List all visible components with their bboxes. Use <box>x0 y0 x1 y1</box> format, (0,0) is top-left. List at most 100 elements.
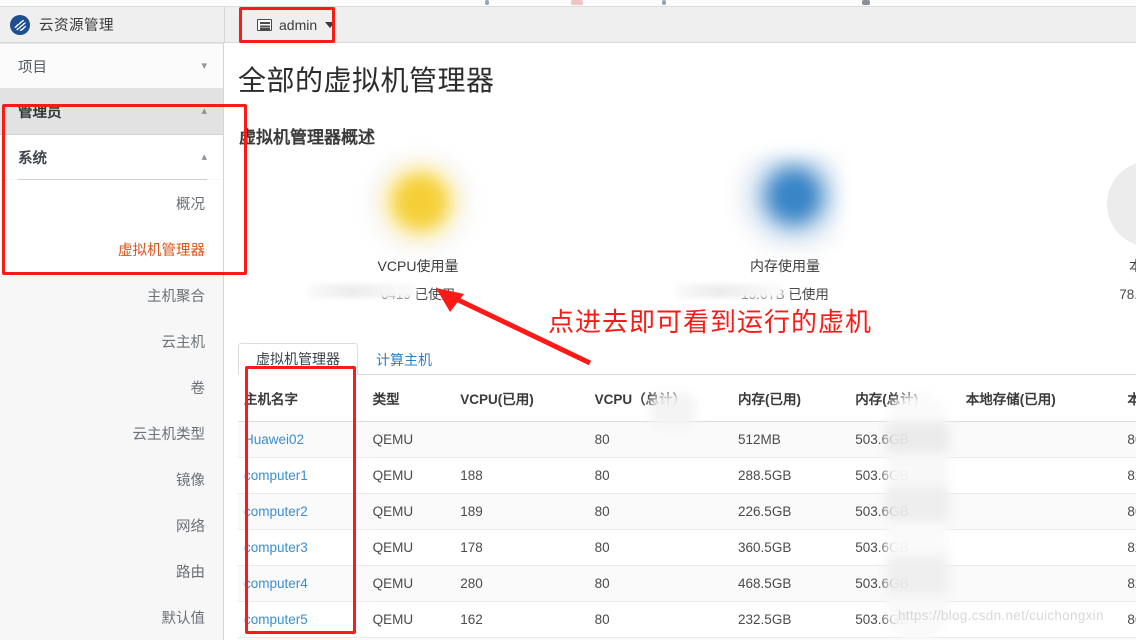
sidebar-item-overview[interactable]: 概况 <box>0 180 223 226</box>
stat-value-text: 78.3PB 中 <box>1119 287 1136 302</box>
cell-local-used <box>959 421 1122 458</box>
cell-mem-used: 232.5GB <box>732 601 850 638</box>
cell-vcpu-used: 280 <box>454 565 589 602</box>
table-row[interactable]: computer4 QEMU 280 80 468.5GB 503.6GB 82… <box>238 565 1136 602</box>
cell-vcpu-total: 80 <box>588 493 733 530</box>
host-link[interactable]: computer1 <box>244 468 308 483</box>
main-content: 全部的虚拟机管理器 虚拟机管理器概述 VCPU使用量 6419 已使用 内存使用… <box>225 43 1136 640</box>
cell-type: QEMU <box>366 421 455 458</box>
sidebar-item-images[interactable]: 镜像 <box>0 456 223 502</box>
sidebar-item-label: 路由 <box>176 564 205 581</box>
cell-local-total: 829.3TB <box>1121 457 1136 494</box>
table-row[interactable]: computer3 QEMU 178 80 360.5GB 503.6GB 82… <box>238 529 1136 566</box>
host-link[interactable]: computer2 <box>244 504 308 519</box>
sliver-artifact <box>571 0 583 5</box>
sidebar-item-label: 默认值 <box>161 610 206 627</box>
header-divider <box>224 7 225 43</box>
brand[interactable]: 云资源管理 <box>0 14 114 35</box>
hypervisor-summary-stats: VCPU使用量 6419 已使用 内存使用量 15.6TB 已使用 78 <box>225 150 1136 303</box>
host-link[interactable]: computer5 <box>244 612 308 627</box>
cell-host[interactable]: computer4 <box>238 565 367 602</box>
sidebar-item-label: 概况 <box>176 196 205 213</box>
sliver-artifact <box>662 0 666 5</box>
sidebar-item-routers[interactable]: 路由 <box>0 548 223 594</box>
sidebar-item-label: 虚拟机管理器 <box>118 242 205 259</box>
caret-down-icon <box>325 22 336 28</box>
tab-label: 虚拟机管理器 <box>256 351 340 367</box>
cell-host[interactable]: computer3 <box>238 529 367 566</box>
hypervisor-table-wrap: 主机名字 类型 VCPU(已用) VCPU（总计） 内存(已用) 内存(总计) … <box>238 375 1136 640</box>
sidebar-item-flavors[interactable]: 云主机类型 <box>0 410 223 456</box>
sidebar-item-networks[interactable]: 网络 <box>0 502 223 548</box>
stat-vcpu-usage: VCPU使用量 6419 已使用 <box>308 154 528 303</box>
sidebar-group-label: 管理员 <box>18 105 62 121</box>
cell-type: QEMU <box>366 601 455 638</box>
sidebar-item-host-aggregate[interactable]: 主机聚合 <box>0 272 223 318</box>
hypervisor-table: 主机名字 类型 VCPU(已用) VCPU（总计） 内存(已用) 内存(总计) … <box>238 375 1136 640</box>
sidebar-subgroup-system[interactable]: 系统 ▴ <box>0 135 223 179</box>
sliver-artifact <box>862 0 870 5</box>
table-row[interactable]: computer1 QEMU 188 80 288.5GB 503.6GB 82… <box>238 457 1136 494</box>
column-header-local-total[interactable]: 本地存储 <box>1121 375 1136 422</box>
cell-local-total: 862TB <box>1121 421 1136 458</box>
host-link[interactable]: computer3 <box>244 540 308 555</box>
host-link[interactable]: computer4 <box>244 576 308 591</box>
sidebar-item-instances[interactable]: 云主机 <box>0 318 223 364</box>
host-link[interactable]: Huawei02 <box>244 432 304 447</box>
sidebar-item-label: 网络 <box>176 518 205 535</box>
cell-local-used <box>959 565 1122 602</box>
cell-host[interactable]: computer2 <box>238 493 367 530</box>
sidebar-item-label: 镜像 <box>176 472 205 489</box>
sidebar-item-hypervisor[interactable]: 虚拟机管理器 <box>0 226 223 272</box>
sliver-artifact <box>485 0 489 5</box>
cell-vcpu-total: 80 <box>588 529 733 566</box>
column-header-vcpu-used[interactable]: VCPU(已用) <box>454 375 589 422</box>
cell-local-total: 862TB <box>1121 493 1136 530</box>
column-header-local-used[interactable]: 本地存储(已用) <box>959 375 1122 422</box>
cell-vcpu-total: 80 <box>588 601 733 638</box>
sidebar-group-admin[interactable]: 管理员 ▴ <box>0 89 223 135</box>
cell-type: QEMU <box>366 529 455 566</box>
column-header-mem-total[interactable]: 内存(总计) <box>849 375 960 422</box>
cell-local-used <box>959 457 1122 494</box>
tab-compute-host[interactable]: 计算主机 <box>358 344 450 375</box>
user-menu-button[interactable]: admin <box>253 14 339 36</box>
cloud-logo-icon <box>10 14 30 35</box>
memory-donut-chart <box>730 154 840 254</box>
page-title: 全部的虚拟机管理器 <box>238 65 495 96</box>
column-header-mem-used[interactable]: 内存(已用) <box>732 375 850 422</box>
stat-value: 15.6TB 已使用 <box>675 283 895 303</box>
stat-local-storage-usage: 本地硬 78.3PB 中 <box>1040 158 1136 303</box>
sidebar-group-project[interactable]: 项目 ▾ <box>0 43 223 89</box>
tab-label: 计算主机 <box>376 352 432 368</box>
chevron-down-icon: ▾ <box>201 59 207 72</box>
column-header-type[interactable]: 类型 <box>366 375 455 422</box>
column-header-vcpu-total[interactable]: VCPU（总计） <box>588 375 733 422</box>
storage-donut-chart <box>1107 161 1136 247</box>
vcpu-donut-chart <box>363 154 473 254</box>
table-row[interactable]: computer5 QEMU 162 80 232.5GB 503.6GB 86… <box>238 601 1136 638</box>
user-menu-label: admin <box>279 17 318 33</box>
tab-hypervisor[interactable]: 虚拟机管理器 <box>238 343 358 375</box>
cell-mem-total: 503.6GB <box>849 493 960 530</box>
stat-label: 本地硬 <box>1040 256 1136 276</box>
cell-mem-total: 503.6GB <box>849 601 960 638</box>
cell-host[interactable]: computer1 <box>238 457 367 494</box>
sidebar-item-label: 云主机 <box>161 334 206 351</box>
cell-local-total: 829.3TB <box>1121 529 1136 566</box>
table-row[interactable]: Huawei02 QEMU 80 512MB 503.6GB 862TB <box>238 421 1136 458</box>
censor-blur <box>308 284 416 298</box>
chevron-up-icon: ▴ <box>201 150 207 163</box>
cell-host[interactable]: Huawei02 <box>238 421 367 458</box>
cell-vcpu-used: 189 <box>454 493 589 530</box>
section-title: 虚拟机管理器概述 <box>239 128 375 147</box>
id-card-icon <box>257 19 272 31</box>
sidebar-item-defaults[interactable]: 默认值 <box>0 594 223 640</box>
table-row[interactable]: computer2 QEMU 189 80 226.5GB 503.6GB 86… <box>238 493 1136 530</box>
cell-mem-used: 468.5GB <box>732 565 850 602</box>
cell-mem-total: 503.6GB <box>849 529 960 566</box>
cell-host[interactable]: computer5 <box>238 601 367 638</box>
sidebar-item-volumes[interactable]: 卷 <box>0 364 223 410</box>
column-header-host[interactable]: 主机名字 <box>238 375 367 422</box>
cell-vcpu-used: 178 <box>454 529 589 566</box>
